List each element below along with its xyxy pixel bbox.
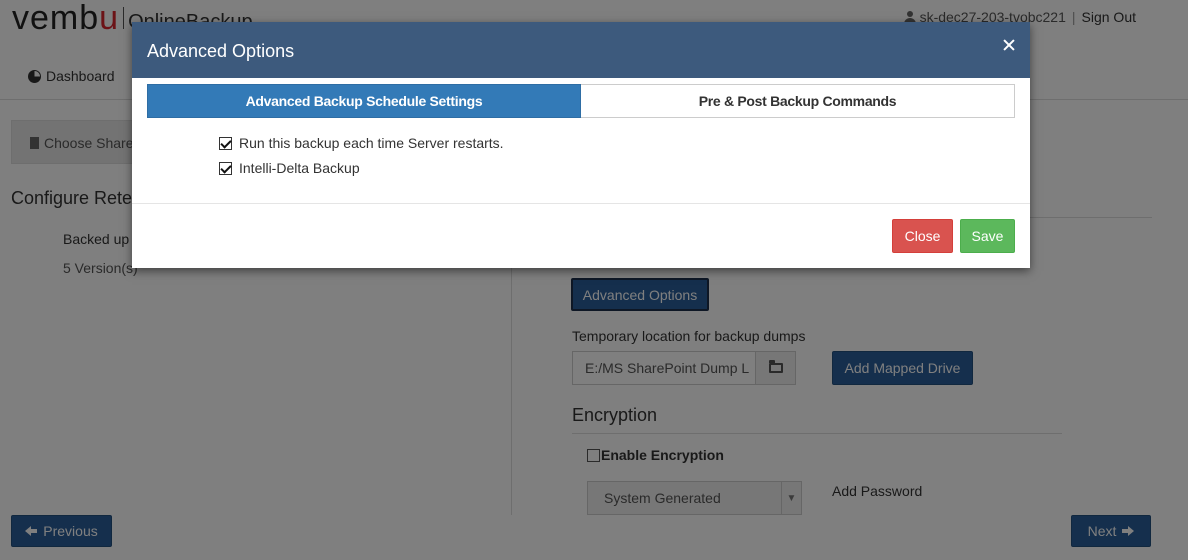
tab-pre-post-backup-commands[interactable]: Pre & Post Backup Commands bbox=[581, 84, 1015, 118]
run-on-restart-option[interactable]: Run this backup each time Server restart… bbox=[219, 135, 504, 151]
intelli-delta-label: Intelli-Delta Backup bbox=[239, 160, 360, 176]
close-icon[interactable] bbox=[1002, 38, 1016, 52]
advanced-options-modal: Advanced Options Advanced Backup Schedul… bbox=[132, 22, 1030, 268]
modal-footer-divider bbox=[132, 203, 1030, 204]
close-button[interactable]: Close bbox=[892, 219, 953, 253]
tab-advanced-backup-schedule-settings[interactable]: Advanced Backup Schedule Settings bbox=[147, 84, 581, 118]
modal-title: Advanced Options bbox=[147, 41, 295, 61]
checkbox-checked-icon[interactable] bbox=[219, 161, 232, 175]
save-button[interactable]: Save bbox=[960, 219, 1015, 253]
intelli-delta-option[interactable]: Intelli-Delta Backup bbox=[219, 160, 360, 176]
run-on-restart-label: Run this backup each time Server restart… bbox=[239, 135, 504, 151]
checkbox-checked-icon[interactable] bbox=[219, 136, 232, 150]
modal-tabs: Advanced Backup Schedule Settings Pre & … bbox=[147, 84, 1015, 118]
modal-header: Advanced Options bbox=[132, 22, 1030, 78]
